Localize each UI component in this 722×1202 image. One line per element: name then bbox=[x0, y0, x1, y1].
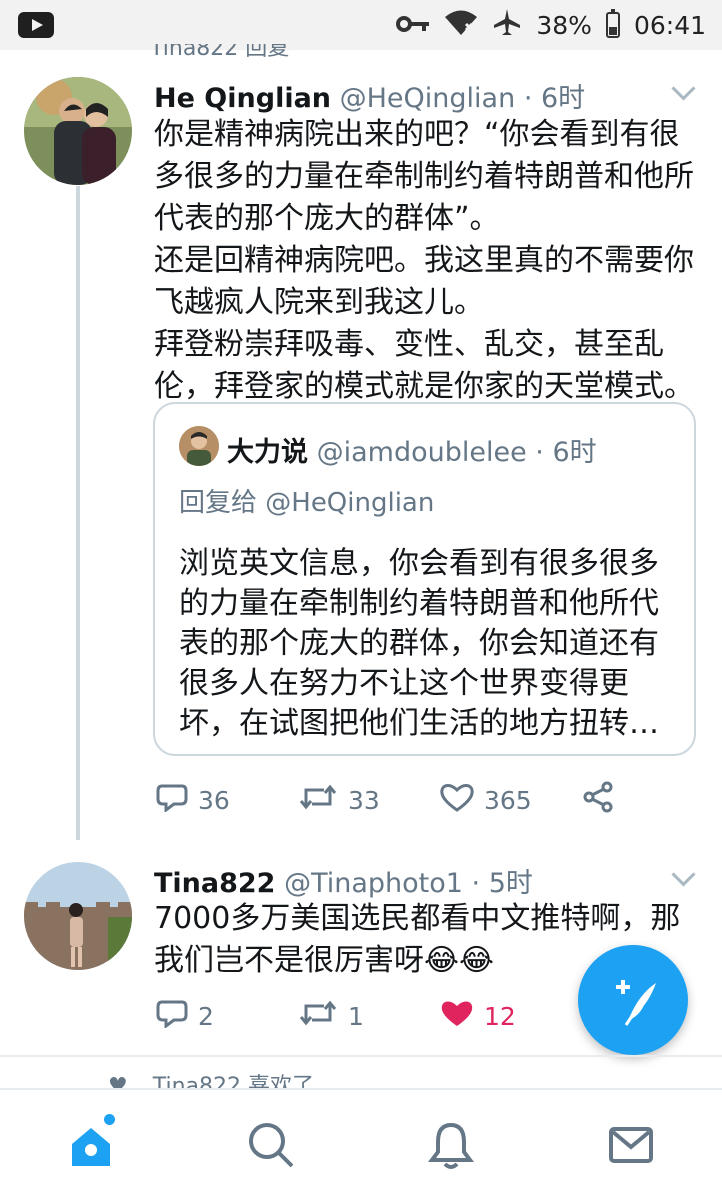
avatar-heqinglian[interactable] bbox=[24, 77, 132, 185]
tweet-time: · 5时 bbox=[471, 868, 533, 899]
reply-count: 36 bbox=[198, 785, 230, 815]
chevron-down-icon[interactable] bbox=[671, 862, 696, 887]
retweet-button[interactable]: 1 bbox=[298, 998, 440, 1034]
wifi-icon bbox=[444, 8, 478, 42]
avatar-tina822[interactable] bbox=[24, 862, 132, 970]
battery-percent: 38% bbox=[536, 10, 592, 40]
retweet-icon bbox=[298, 998, 338, 1034]
battery-icon bbox=[605, 9, 620, 38]
youtube-icon bbox=[18, 12, 54, 38]
author-name[interactable]: He Qinglian bbox=[154, 83, 331, 114]
divider bbox=[0, 1055, 722, 1057]
quoted-tweet[interactable]: 大力说 @iamdoublelee · 6时 回复给 @HeQinglian 浏… bbox=[153, 402, 696, 756]
like-count: 365 bbox=[484, 785, 532, 815]
avatar-iamdoublelee bbox=[179, 426, 219, 466]
reply-context-clipped: ➘ Tina822 回复 bbox=[150, 44, 290, 58]
status-bar: 38% 06:41 bbox=[0, 0, 722, 50]
tweet-paragraph: 你是精神病院出来的吧？“你会看到有很 多很多的力量在牵制制约着特朗普和他所 代表… bbox=[154, 117, 694, 236]
retweet-count: 33 bbox=[348, 785, 380, 815]
quoted-tweet-time: · 6时 bbox=[535, 437, 597, 468]
search-icon[interactable] bbox=[246, 1120, 296, 1170]
retweet-icon bbox=[298, 782, 338, 818]
reply-button[interactable]: 36 bbox=[156, 782, 298, 818]
reply-count: 2 bbox=[198, 1001, 214, 1031]
retweet-button[interactable]: 33 bbox=[298, 782, 440, 818]
like-count: 12 bbox=[484, 1001, 516, 1031]
chevron-down-icon[interactable] bbox=[671, 76, 696, 101]
clock: 06:41 bbox=[633, 10, 706, 40]
reply-icon bbox=[156, 998, 188, 1034]
airplane-mode-icon bbox=[492, 7, 522, 43]
like-context-clipped: ♥ Tina822 喜欢了 bbox=[108, 1074, 314, 1088]
quoted-author-handle: @iamdoublelee bbox=[316, 437, 527, 468]
tweet-actions: 2 1 12 bbox=[156, 996, 556, 1036]
vpn-key-icon bbox=[396, 11, 430, 40]
tweet-paragraph: 拜登粉崇拜吸毒、变性、乱交，甚至乱 伦，拜登家的模式就是你家的天堂模式。 bbox=[154, 327, 694, 404]
share-icon bbox=[582, 781, 614, 819]
notifications-icon[interactable] bbox=[426, 1120, 476, 1170]
tweet-actions: 36 33 365 bbox=[156, 780, 616, 820]
liked-context-icon: ♥ bbox=[108, 1074, 128, 1088]
quoted-author-name: 大力说 bbox=[227, 437, 308, 468]
compose-tweet-button[interactable] bbox=[578, 945, 688, 1055]
author-handle[interactable]: @HeQinglian bbox=[340, 83, 516, 114]
author-handle[interactable]: @Tinaphoto1 bbox=[284, 868, 463, 899]
tweet-paragraph: 还是回精神病院吧。我这里真的不需要你 飞越疯人院来到我这儿。 bbox=[154, 243, 694, 320]
share-button[interactable] bbox=[582, 781, 614, 819]
messages-icon[interactable] bbox=[606, 1120, 656, 1170]
reply-icon bbox=[156, 782, 188, 818]
like-button[interactable]: 365 bbox=[440, 782, 582, 818]
quoted-reply-to: 回复给 @HeQinglian bbox=[179, 488, 435, 518]
compose-feather-icon bbox=[616, 980, 656, 1026]
tweet-text: 你是精神病院出来的吧？“你会看到有很 多很多的力量在牵制制约着特朗普和他所 代表… bbox=[154, 114, 704, 408]
retweet-count: 1 bbox=[348, 1001, 364, 1031]
like-button[interactable]: 12 bbox=[440, 998, 516, 1034]
heart-filled-icon bbox=[440, 998, 474, 1034]
home-notification-dot bbox=[104, 1114, 115, 1125]
bottom-navigation bbox=[0, 1088, 722, 1202]
thread-line bbox=[76, 186, 80, 840]
author-name[interactable]: Tina822 bbox=[154, 868, 275, 899]
quoted-tweet-text: 浏览英文信息，你会看到有很多很多 的力量在牵制制约着特朗普和他所代 表的那个庞大… bbox=[179, 546, 659, 741]
home-icon[interactable] bbox=[66, 1114, 116, 1170]
tweet-time: · 6时 bbox=[523, 83, 586, 114]
heart-icon bbox=[440, 782, 474, 818]
reply-button[interactable]: 2 bbox=[156, 998, 298, 1034]
